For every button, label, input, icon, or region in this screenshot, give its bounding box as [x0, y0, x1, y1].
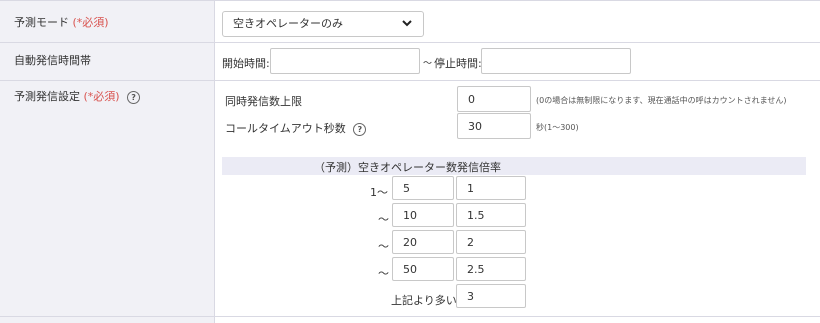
- ratio-table-header: （予測）空きオペレーター数発信倍率: [222, 157, 806, 175]
- ratio-multiplier-value: 2: [467, 235, 474, 249]
- concurrent-limit-label: 同時発信数上限: [225, 95, 302, 108]
- ratio-multiplier-value: 1.5: [467, 208, 485, 222]
- ratio-operators-value: 5: [403, 181, 410, 195]
- required-mark: (*必須): [72, 16, 109, 29]
- timeout-label-text: コールタイムアウト秒数: [225, 122, 346, 135]
- ratio-row-prefix: ～: [378, 267, 389, 280]
- start-time-label: 開始時間:: [222, 57, 270, 70]
- predict-mode-select-value: 空きオペレーターのみ: [233, 17, 343, 30]
- ratio-row-prefix: ～: [378, 240, 389, 253]
- ratio-operators-input[interactable]: 50: [392, 257, 454, 281]
- auto-time-label: 自動発信時間帯: [14, 54, 91, 67]
- row-divider: [0, 0, 820, 1]
- predict-settings-label-text: 予測発信設定: [14, 90, 80, 103]
- label-column: [0, 0, 214, 323]
- ratio-multiplier-value: 1: [467, 181, 474, 195]
- ratio-multiplier-value: 2.5: [467, 262, 485, 276]
- timeout-value: 30: [468, 119, 482, 133]
- concurrent-limit-note: (0の場合は無制限になります、現在通話中の呼はカウントされません): [536, 96, 787, 105]
- help-icon[interactable]: ?: [127, 90, 141, 104]
- stop-time-input[interactable]: [481, 48, 631, 74]
- timeout-note: 秒(1～300): [536, 123, 579, 132]
- predict-mode-label: 予測モード (*必須): [14, 14, 109, 30]
- predict-mode-label-text: 予測モード: [14, 16, 69, 29]
- ratio-row-prefix: ～: [378, 213, 389, 226]
- ratio-row-prefix: 1～: [370, 186, 388, 199]
- chevron-down-icon: [401, 12, 413, 44]
- ratio-multiplier-input[interactable]: 1.5: [456, 203, 526, 227]
- time-separator: ～: [423, 59, 433, 69]
- concurrent-limit-input[interactable]: 0: [457, 86, 531, 112]
- ratio-operators-input[interactable]: 10: [392, 203, 454, 227]
- ratio-table-title: （予測）空きオペレーター数発信倍率: [314, 161, 501, 174]
- predict-mode-select[interactable]: 空きオペレーターのみ: [222, 11, 424, 37]
- predict-settings-label: 予測発信設定 (*必須) ?: [14, 88, 141, 104]
- ratio-operators-input[interactable]: 5: [392, 176, 454, 200]
- column-divider: [214, 0, 215, 323]
- ratio-operators-value: 20: [403, 235, 417, 249]
- stop-time-label: 停止時間:: [434, 57, 482, 70]
- concurrent-limit-value: 0: [468, 92, 475, 106]
- help-icon[interactable]: ?: [353, 122, 367, 136]
- row-divider: [0, 316, 820, 317]
- ratio-operators-input[interactable]: 20: [392, 230, 454, 254]
- required-mark: (*必須): [83, 90, 120, 103]
- ratio-operators-value: 10: [403, 208, 417, 222]
- ratio-over-label: 上記より多い: [391, 294, 457, 307]
- ratio-over-multiplier-value: 3: [467, 289, 474, 303]
- ratio-over-multiplier-input[interactable]: 3: [456, 284, 526, 308]
- ratio-operators-value: 50: [403, 262, 417, 276]
- ratio-multiplier-input[interactable]: 1: [456, 176, 526, 200]
- row-divider: [0, 80, 820, 81]
- timeout-label: コールタイムアウト秒数 ?: [225, 120, 367, 136]
- start-time-input[interactable]: [270, 48, 420, 74]
- ratio-multiplier-input[interactable]: 2: [456, 230, 526, 254]
- ratio-multiplier-input[interactable]: 2.5: [456, 257, 526, 281]
- timeout-input[interactable]: 30: [457, 113, 531, 139]
